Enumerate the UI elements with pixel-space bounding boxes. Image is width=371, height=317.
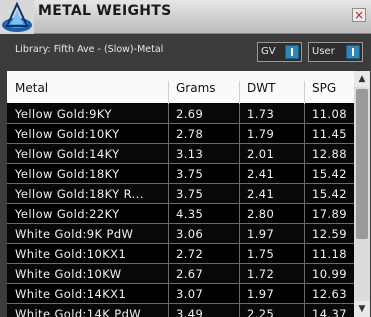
user-switch-icon xyxy=(346,45,360,59)
dwt-cell: 2.41 xyxy=(247,187,275,201)
spg-cell: 10.99 xyxy=(312,267,347,281)
dwt-cell: 2.25 xyxy=(247,307,275,317)
dwt-cell: 2.41 xyxy=(247,167,275,181)
table-body: Yellow Gold:9KY 2.69 1.73 11.08 Yellow Gold:… xyxy=(7,104,354,317)
table-row[interactable]: Yellow Gold:18KY R... 3.75 2.41 15.42 xyxy=(7,184,354,204)
dwt-cell: 2.80 xyxy=(247,207,275,221)
title-bar: METAL WEIGHTS × xyxy=(0,0,371,34)
grams-cell: 3.75 xyxy=(176,167,204,181)
table-row[interactable]: White Gold:10KX1 2.72 1.75 11.18 xyxy=(7,244,354,264)
metal-weights-table: Metal Grams DWT SPG Yellow Gold:9KY 2.69 1… xyxy=(7,71,370,317)
spg-cell: 12.59 xyxy=(312,227,347,241)
spg-cell: 14.37 xyxy=(312,307,347,317)
metal-cell: White Gold:10KX1 xyxy=(15,247,127,261)
grams-cell: 2.78 xyxy=(176,127,204,141)
dwt-cell: 1.73 xyxy=(247,107,275,121)
spg-cell: 11.18 xyxy=(312,247,347,261)
spg-cell: 12.63 xyxy=(312,287,347,301)
column-header-grams[interactable]: Grams xyxy=(176,81,216,95)
spg-cell: 17.89 xyxy=(312,207,347,221)
column-header-spg[interactable]: SPG xyxy=(312,81,336,95)
metal-cell: Yellow Gold:9KY xyxy=(15,107,112,121)
metal-cell: Yellow Gold:18KY R... xyxy=(15,187,144,201)
table-row[interactable]: White Gold:10KW 2.67 1.72 10.99 xyxy=(7,264,354,284)
grams-cell: 2.67 xyxy=(176,267,204,281)
table-row[interactable]: White Gold:9K PdW 3.06 1.97 12.59 xyxy=(7,224,354,244)
metal-cell: Yellow Gold:18KY xyxy=(15,167,120,181)
close-button[interactable]: × xyxy=(352,8,366,22)
table-row[interactable]: Yellow Gold:9KY 2.69 1.73 11.08 xyxy=(7,104,354,124)
scroll-up-icon[interactable]: ▲ xyxy=(354,71,370,87)
table-row[interactable]: Yellow Gold:14KY 3.13 2.01 12.88 xyxy=(7,144,354,164)
spg-cell: 15.42 xyxy=(312,187,347,201)
metal-cell: White Gold:10KW xyxy=(15,267,122,281)
dwt-cell: 2.01 xyxy=(247,147,275,161)
grams-cell: 3.06 xyxy=(176,227,204,241)
table-row[interactable]: Yellow Gold:10KY 2.78 1.79 11.45 xyxy=(7,124,354,144)
dwt-cell: 1.97 xyxy=(247,227,275,241)
grams-cell: 2.72 xyxy=(176,247,204,261)
metal-cell: Yellow Gold:10KY xyxy=(15,127,120,141)
table-row[interactable]: Yellow Gold:18KY 3.75 2.41 15.42 xyxy=(7,164,354,184)
gv-toggle[interactable]: GV xyxy=(257,42,302,62)
spg-cell: 12.88 xyxy=(312,147,347,161)
grams-cell: 3.75 xyxy=(176,187,204,201)
dwt-cell: 1.75 xyxy=(247,247,275,261)
table-row[interactable]: White Gold:14K PdW 3.49 2.25 14.37 xyxy=(7,304,354,317)
grams-cell: 3.49 xyxy=(176,307,204,317)
scrollbar-thumb[interactable] xyxy=(356,89,368,239)
app-logo-icon xyxy=(0,0,34,34)
gv-switch-icon xyxy=(285,45,299,59)
user-toggle[interactable]: User xyxy=(308,42,363,62)
vertical-scrollbar[interactable]: ▲ ▼ xyxy=(354,71,370,317)
metal-cell: Yellow Gold:22KY xyxy=(15,207,120,221)
window-title: METAL WEIGHTS xyxy=(38,3,172,19)
spg-cell: 11.08 xyxy=(312,107,347,121)
library-label: Library: Fifth Ave - (Slow)-Metal xyxy=(15,44,164,55)
metal-cell: White Gold:9K PdW xyxy=(15,227,134,241)
metal-cell: White Gold:14KX1 xyxy=(15,287,127,301)
spg-cell: 11.45 xyxy=(312,127,347,141)
scroll-down-icon[interactable]: ▼ xyxy=(354,301,370,317)
grams-cell: 3.07 xyxy=(176,287,204,301)
dwt-cell: 1.79 xyxy=(247,127,275,141)
column-header-metal[interactable]: Metal xyxy=(15,81,48,95)
table-header: Metal Grams DWT SPG xyxy=(7,71,354,113)
dwt-cell: 1.72 xyxy=(247,267,275,281)
grams-cell: 3.13 xyxy=(176,147,204,161)
dwt-cell: 1.97 xyxy=(247,287,275,301)
metal-cell: Yellow Gold:14KY xyxy=(15,147,120,161)
table-row[interactable]: Yellow Gold:22KY 4.35 2.80 17.89 xyxy=(7,204,354,224)
user-toggle-label: User xyxy=(312,46,335,57)
gv-toggle-label: GV xyxy=(261,46,276,57)
grams-cell: 2.69 xyxy=(176,107,204,121)
spg-cell: 15.42 xyxy=(312,167,347,181)
grams-cell: 4.35 xyxy=(176,207,204,221)
metal-cell: White Gold:14K PdW xyxy=(15,307,142,317)
table-row[interactable]: White Gold:14KX1 3.07 1.97 12.63 xyxy=(7,284,354,304)
column-header-dwt[interactable]: DWT xyxy=(247,81,275,95)
